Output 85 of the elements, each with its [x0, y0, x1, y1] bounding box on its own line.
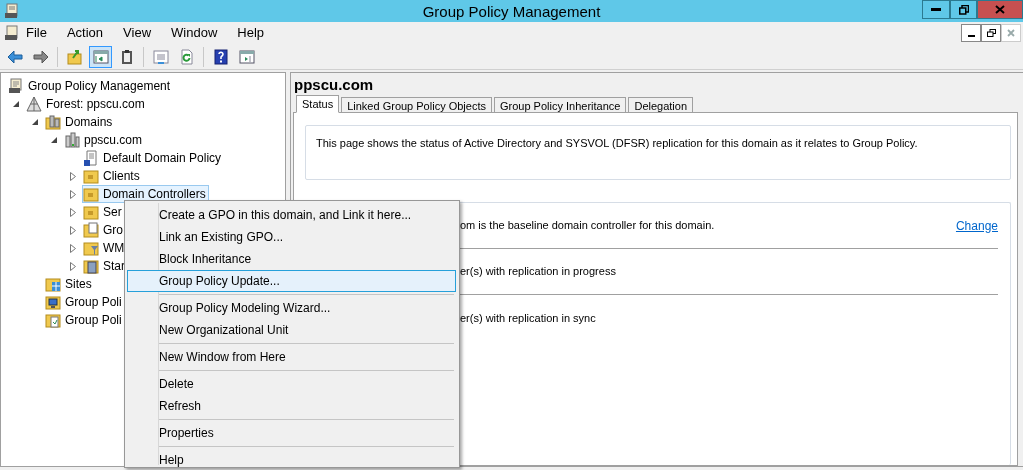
- menu-item[interactable]: Create a GPO in this domain, and Link it here...: [127, 204, 456, 226]
- minimize-icon: [931, 8, 941, 11]
- tree-item[interactable]: Star: [82, 257, 128, 275]
- restore-button[interactable]: [950, 0, 977, 19]
- folder-servers-icon: [45, 114, 61, 130]
- expander-icon[interactable]: [70, 171, 76, 181]
- details-heading: ppscu.com: [293, 75, 375, 95]
- expander-icon[interactable]: [13, 100, 20, 108]
- minimize-button[interactable]: [922, 0, 950, 19]
- expander-icon[interactable]: [70, 243, 76, 253]
- menu-item[interactable]: Action: [66, 23, 104, 43]
- change-link[interactable]: Change: [955, 216, 998, 235]
- tab[interactable]: Group Policy Inheritance: [494, 97, 627, 113]
- tree-item[interactable]: ppscu.com: [63, 131, 146, 149]
- folder-icon: [83, 168, 99, 184]
- forward-arrow-icon: [32, 48, 49, 65]
- tree-item[interactable]: Forest: ppscu.com: [25, 95, 148, 113]
- folder-document-icon: [45, 312, 61, 328]
- close-button[interactable]: [977, 0, 1023, 19]
- document-shortcut-icon: [83, 150, 99, 166]
- folder-document-icon: [83, 222, 99, 238]
- menu-item[interactable]: Help: [127, 449, 456, 470]
- tree-item[interactable]: WM: [82, 239, 128, 257]
- tab[interactable]: Status: [296, 95, 340, 113]
- tree-item[interactable]: Default Domain Policy: [82, 149, 225, 167]
- expander-icon[interactable]: [70, 207, 76, 217]
- menu-item[interactable]: Window: [171, 23, 218, 43]
- tab[interactable]: Delegation: [628, 97, 694, 113]
- expander-icon[interactable]: [70, 225, 76, 235]
- menu-item[interactable]: File: [26, 23, 47, 43]
- tree-item[interactable]: Group Policy Management: [7, 77, 174, 95]
- tree-item[interactable]: Gro: [82, 221, 126, 239]
- menu-item[interactable]: Refresh: [127, 395, 456, 417]
- menu-item[interactable]: Delete: [127, 373, 456, 395]
- tab[interactable]: Linked Group Policy Objects: [341, 97, 492, 113]
- restore-icon: [986, 29, 996, 37]
- child-restore-button[interactable]: [981, 24, 1001, 42]
- tree-item[interactable]: Sites: [44, 275, 95, 293]
- folder-icon: [83, 204, 99, 220]
- pyramid-icon: [26, 96, 42, 112]
- menu-item[interactable]: Group Policy Update...: [127, 270, 456, 292]
- minimize-icon: [967, 35, 975, 37]
- status-text: er(s) with replication in sync: [460, 310, 596, 326]
- expander-icon[interactable]: [70, 261, 76, 271]
- menu-item[interactable]: Properties: [127, 422, 456, 444]
- menu-item[interactable]: Group Policy Modeling Wizard...: [127, 297, 456, 319]
- menu-item[interactable]: Block Inheritance: [127, 248, 456, 270]
- expander-icon[interactable]: [51, 136, 58, 144]
- restore-icon: [958, 4, 969, 15]
- folder-icon: [83, 186, 99, 202]
- status-text: er(s) with replication in progress: [460, 264, 616, 280]
- menu-item[interactable]: New Organizational Unit: [127, 319, 456, 341]
- folder-document-icon: [83, 258, 99, 274]
- folder-grid-icon: [45, 276, 61, 292]
- close-icon: [1007, 29, 1015, 37]
- action-pane-icon: [238, 48, 255, 65]
- tree-item[interactable]: Ser: [82, 203, 125, 221]
- app-icon[interactable]: [4, 3, 20, 19]
- menu-item[interactable]: Help: [237, 23, 265, 43]
- window-title: Group Policy Management: [421, 2, 602, 22]
- tree-item[interactable]: Group Poli: [44, 293, 125, 311]
- folder-filter-icon: [83, 240, 99, 256]
- expander-icon[interactable]: [32, 118, 39, 126]
- tree-item[interactable]: Clients: [82, 167, 143, 185]
- status-text: om is the baseline domain controller for this domain.: [460, 218, 715, 234]
- menu-item[interactable]: New Window from Here: [127, 346, 456, 368]
- tree-item[interactable]: Group Poli: [44, 311, 125, 329]
- menu-item[interactable]: Link an Existing GPO...: [127, 226, 456, 248]
- tree-item[interactable]: Domain Controllers: [82, 185, 209, 203]
- expander-icon[interactable]: [70, 189, 76, 199]
- app-icon[interactable]: [4, 25, 20, 41]
- close-icon: [995, 5, 1005, 14]
- refresh-icon: [178, 48, 195, 65]
- folder-up-icon: [66, 48, 83, 65]
- tree-item[interactable]: Domains: [44, 113, 116, 131]
- list-window-icon: [152, 48, 169, 65]
- help-icon: [212, 48, 229, 65]
- description-text: This page shows the status of Active Directory and SYSVOL (DFSR) replication for this domain as it relates to Group Policy.: [316, 136, 919, 151]
- servers-icon: [64, 132, 80, 148]
- menu-item[interactable]: View: [123, 23, 152, 43]
- scroll-icon: [8, 78, 24, 94]
- folder-computer-icon: [45, 294, 61, 310]
- back-arrow-icon: [6, 48, 23, 65]
- tree-pane-icon: [92, 48, 109, 65]
- child-minimize-button[interactable]: [961, 24, 981, 42]
